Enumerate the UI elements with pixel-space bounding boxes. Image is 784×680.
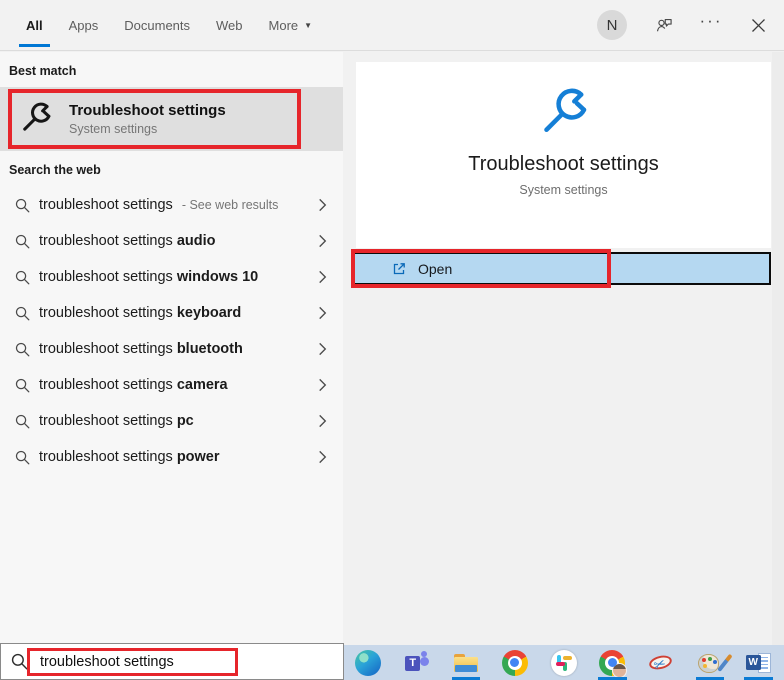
taskbar-item-snipping-tool[interactable]: ✂ <box>637 645 686 680</box>
chevron-right-icon <box>317 269 328 285</box>
taskbar-item-paint[interactable] <box>686 645 735 680</box>
open-external-icon <box>391 261 407 277</box>
word-icon: W <box>746 650 772 676</box>
web-suggestion-audio[interactable]: troubleshoot settingsaudio <box>0 223 343 259</box>
chevron-right-icon <box>317 233 328 249</box>
tab-more[interactable]: More ▼ <box>260 0 322 50</box>
search-icon <box>14 233 31 250</box>
more-options-icon[interactable]: ··· <box>701 15 721 35</box>
best-match-subtitle: System settings <box>69 122 226 136</box>
preview-card: Troubleshoot settings System settings <box>356 62 771 248</box>
tab-apps[interactable]: Apps <box>60 0 108 50</box>
taskbar-item-chrome[interactable] <box>490 645 539 680</box>
search-icon <box>14 341 31 358</box>
chevron-right-icon <box>317 197 328 213</box>
snipping-tool-icon: ✂ <box>648 650 674 676</box>
web-suggestion-list: troubleshoot settings- See web results t… <box>0 187 343 475</box>
search-icon <box>14 413 31 430</box>
chevron-right-icon <box>317 341 328 357</box>
web-suggestion-pc[interactable]: troubleshoot settingspc <box>0 403 343 439</box>
preview-title: Troubleshoot settings <box>468 153 658 176</box>
taskbar-item-word[interactable]: W <box>734 645 783 680</box>
chevron-right-icon <box>317 377 328 393</box>
search-icon <box>14 449 31 466</box>
taskbar: T ✂ <box>344 645 784 680</box>
tab-web[interactable]: Web <box>207 0 252 50</box>
taskbar-item-chrome-profile[interactable] <box>588 645 637 680</box>
web-suggestion-keyboard[interactable]: troubleshoot settingskeyboard <box>0 295 343 331</box>
best-match-title: Troubleshoot settings <box>69 102 226 119</box>
search-results-panel: Best match Troubleshoot settings System … <box>0 52 343 643</box>
windows-search-panel: All Apps Documents Web More ▼ N <box>0 0 784 680</box>
best-match-result[interactable]: Troubleshoot settings System settings <box>0 87 343 151</box>
web-suggestion-camera[interactable]: troubleshoot settingscamera <box>0 367 343 403</box>
slack-icon <box>551 650 577 676</box>
paint-icon <box>697 650 723 676</box>
web-suggestion-power[interactable]: troubleshoot settingspower <box>0 439 343 475</box>
user-avatar[interactable]: N <box>597 10 627 40</box>
taskbar-item-teams[interactable]: T <box>393 645 442 680</box>
wrench-icon <box>536 86 592 142</box>
taskbar-item-file-explorer[interactable] <box>442 645 491 680</box>
chevron-right-icon <box>317 449 328 465</box>
tab-documents[interactable]: Documents <box>115 0 199 50</box>
search-icon <box>14 269 31 286</box>
search-header: All Apps Documents Web More ▼ N <box>0 0 784 51</box>
web-suggestion-bluetooth[interactable]: troubleshoot settingsbluetooth <box>0 331 343 367</box>
search-the-web-heading: Search the web <box>0 151 343 177</box>
web-suggestion-windows-10[interactable]: troubleshoot settingswindows 10 <box>0 259 343 295</box>
search-icon <box>10 652 29 671</box>
search-input-value: troubleshoot settings <box>40 654 174 670</box>
chrome-profile-icon <box>599 650 625 676</box>
search-icon <box>14 377 31 394</box>
feedback-icon[interactable] <box>654 15 674 35</box>
header-actions: N ··· <box>597 0 768 50</box>
search-icon <box>14 197 31 214</box>
search-input[interactable]: troubleshoot settings <box>0 643 344 680</box>
chrome-icon <box>502 650 528 676</box>
chevron-right-icon <box>317 305 328 321</box>
taskbar-item-slack[interactable] <box>539 645 588 680</box>
panel-right-gutter <box>772 52 784 645</box>
preview-subtitle: System settings <box>519 183 607 197</box>
edge-icon <box>355 650 381 676</box>
teams-icon: T <box>404 650 430 676</box>
open-action-button[interactable]: Open <box>353 252 771 285</box>
best-match-heading: Best match <box>0 52 343 78</box>
file-explorer-icon <box>453 650 479 676</box>
close-icon[interactable] <box>748 15 768 35</box>
tab-all[interactable]: All <box>17 0 52 50</box>
chevron-right-icon <box>317 413 328 429</box>
web-suggestion-see-results[interactable]: troubleshoot settings- See web results <box>0 187 343 223</box>
search-icon <box>14 305 31 322</box>
chevron-down-icon: ▼ <box>304 21 312 30</box>
taskbar-item-edge[interactable] <box>344 645 393 680</box>
open-label: Open <box>418 261 452 277</box>
wrench-icon <box>18 101 54 137</box>
search-filter-tabs: All Apps Documents Web More ▼ <box>17 0 329 50</box>
